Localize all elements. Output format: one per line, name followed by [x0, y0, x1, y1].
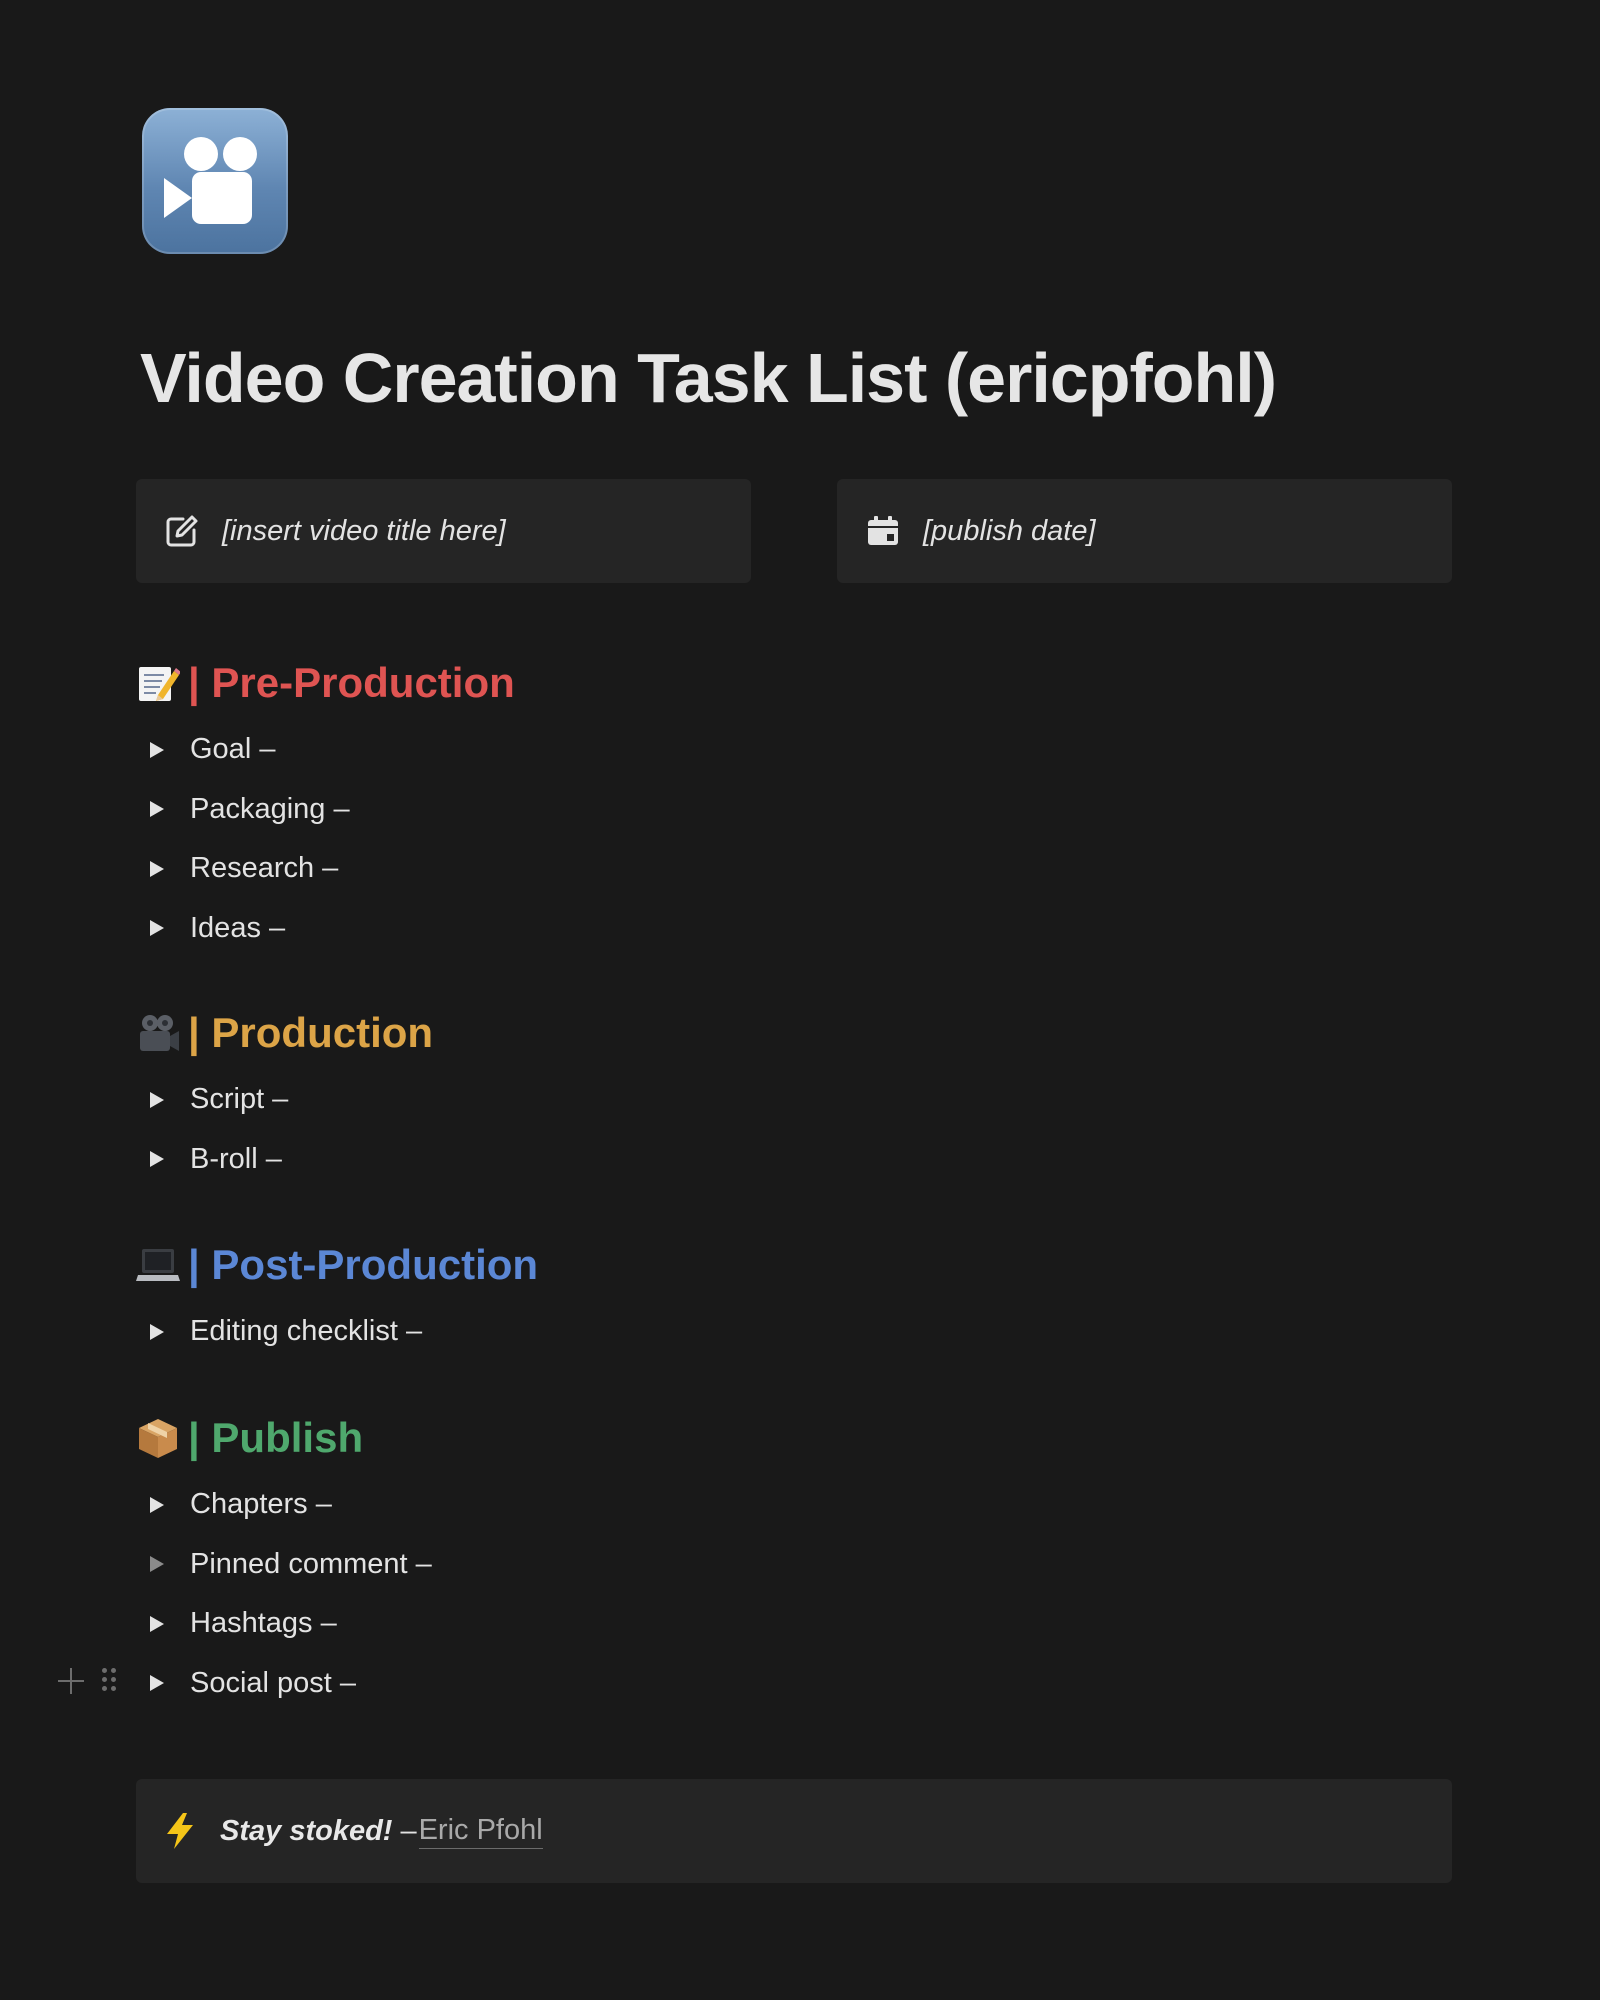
toggle-item-hashtags[interactable]: Hashtags –	[136, 1594, 432, 1654]
toggle-item-ideas[interactable]: Ideas –	[136, 899, 515, 959]
quote-strong-text: Stay stoked!	[220, 1814, 393, 1847]
section-publish: | Publish Chapters – Pinned comment – Ha…	[58, 1411, 432, 1714]
toggle-item-chapters[interactable]: Chapters –	[136, 1475, 432, 1535]
toggle-item-b-roll[interactable]: B-roll –	[136, 1130, 433, 1190]
section-post-production: | Post-Production Editing checklist –	[136, 1238, 538, 1362]
movie-camera-icon	[136, 1011, 180, 1055]
block-handles	[58, 1667, 116, 1694]
section-heading[interactable]: | Production	[136, 1006, 433, 1060]
toggle-list: Goal – Packaging – Research – Ideas –	[136, 720, 515, 958]
toggle-triangle-icon[interactable]	[150, 1615, 164, 1632]
section-heading[interactable]: | Pre-Production	[136, 656, 515, 710]
toggle-list: Chapters – Pinned comment – Hashtags – S…	[58, 1475, 432, 1714]
package-icon	[136, 1416, 180, 1460]
lightning-icon	[162, 1813, 198, 1849]
author-link[interactable]: Eric Pfohl	[418, 1814, 543, 1849]
toggle-triangle-icon[interactable]	[150, 1556, 164, 1573]
laptop-icon	[136, 1243, 180, 1287]
section-production: | Production Script – B-roll –	[136, 1006, 433, 1189]
toggle-item-packaging[interactable]: Packaging –	[136, 780, 515, 840]
toggle-triangle-icon[interactable]	[150, 741, 164, 758]
quote-callout[interactable]: Stay stoked! – Eric Pfohl	[136, 1779, 1452, 1883]
toggle-item-research[interactable]: Research –	[136, 839, 515, 899]
section-heading[interactable]: | Publish	[136, 1411, 432, 1465]
section-pre-production: | Pre-Production Goal – Packaging – Rese…	[136, 656, 515, 958]
toggle-triangle-icon[interactable]	[150, 1496, 164, 1513]
page-title[interactable]: Video Creation Task List (ericpfohl)	[140, 338, 1277, 418]
publish-date-text[interactable]: [publish date]	[923, 515, 1096, 548]
toggle-item-script[interactable]: Script –	[136, 1070, 433, 1130]
toggle-triangle-icon[interactable]	[150, 920, 164, 937]
memo-icon	[136, 661, 181, 705]
toggle-triangle-icon[interactable]	[150, 1323, 164, 1340]
toggle-list: Editing checklist –	[136, 1302, 538, 1362]
add-block-plus-icon[interactable]	[58, 1667, 84, 1694]
quote-dash: –	[400, 1814, 417, 1847]
toggle-item-pinned-comment[interactable]: Pinned comment –	[136, 1535, 432, 1595]
toggle-triangle-icon[interactable]	[150, 801, 164, 818]
toggle-triangle-icon[interactable]	[150, 1675, 164, 1692]
toggle-triangle-icon[interactable]	[150, 860, 164, 877]
calendar-icon	[865, 513, 901, 549]
toggle-triangle-icon[interactable]	[150, 1091, 164, 1108]
video-title-text[interactable]: [insert video title here]	[222, 515, 506, 548]
toggle-triangle-icon[interactable]	[150, 1151, 164, 1168]
edit-icon	[164, 513, 200, 549]
section-heading[interactable]: | Post-Production	[136, 1238, 538, 1292]
toggle-item-goal[interactable]: Goal –	[136, 720, 515, 780]
video-title-callout[interactable]: [insert video title here]	[136, 479, 751, 583]
drag-handle-icon[interactable]	[102, 1667, 116, 1694]
toggle-item-editing-checklist[interactable]: Editing checklist –	[136, 1302, 538, 1362]
toggle-list: Script – B-roll –	[136, 1070, 433, 1189]
movie-camera-icon[interactable]	[142, 108, 288, 254]
toggle-item-social-post[interactable]: Social post –	[58, 1654, 432, 1714]
publish-date-callout[interactable]: [publish date]	[837, 479, 1452, 583]
